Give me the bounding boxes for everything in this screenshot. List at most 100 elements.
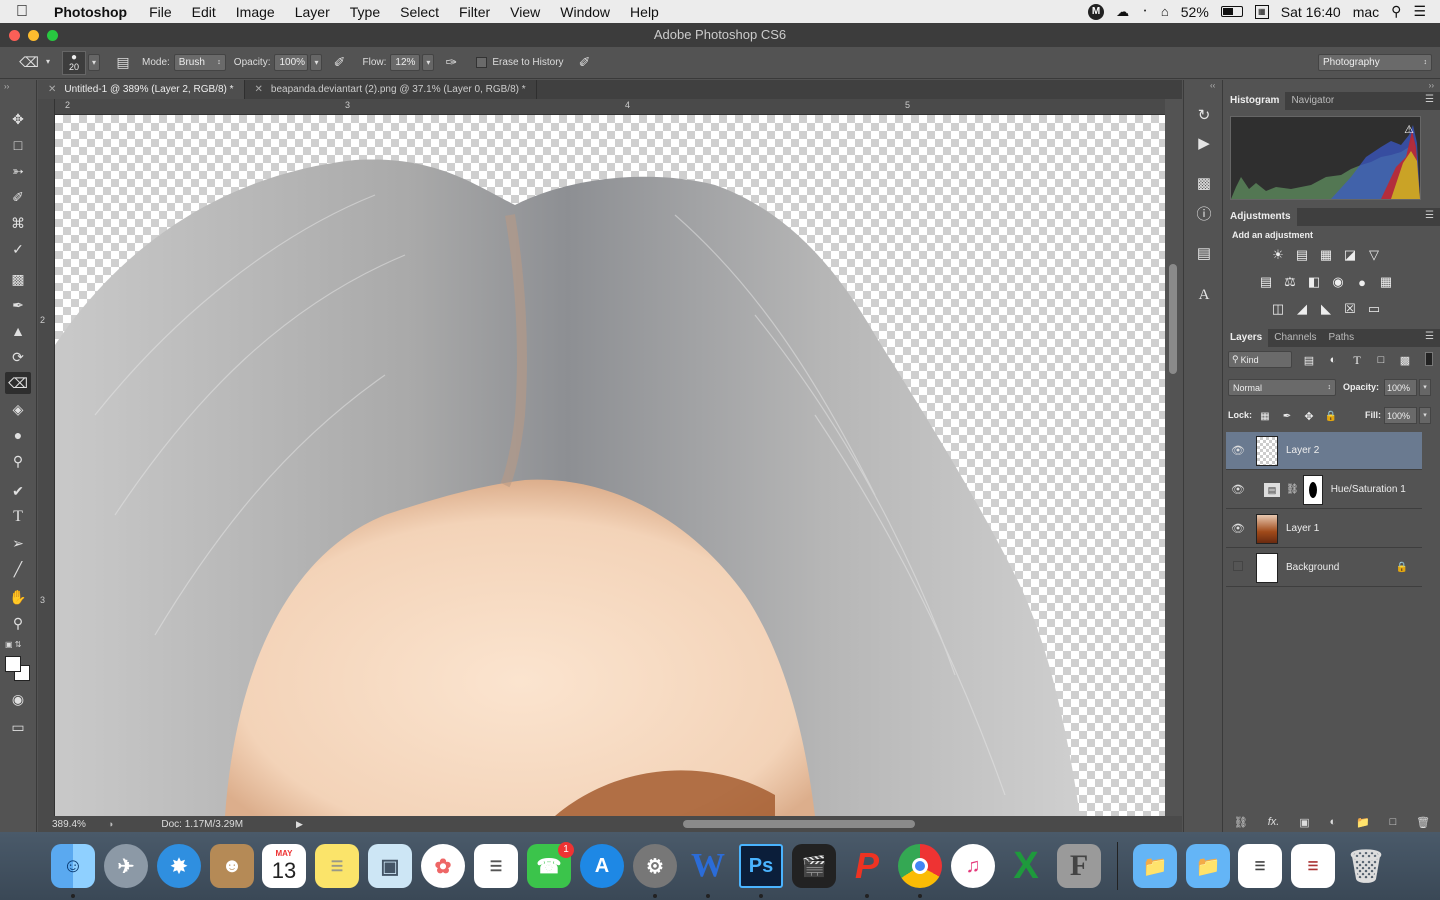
calendar-icon[interactable]: MAY 13: [262, 844, 306, 888]
contacts-icon[interactable]: ☻: [210, 844, 254, 888]
layer-name[interactable]: Layer 2: [1286, 445, 1319, 456]
posterize-icon[interactable]: ◢: [1293, 301, 1311, 317]
layer-row-background[interactable]: Background 🔒: [1226, 549, 1422, 587]
horizontal-scroll-thumb[interactable]: [683, 820, 915, 828]
tool-presets-icon[interactable]: ▩: [1193, 172, 1215, 194]
menu-type[interactable]: Type: [340, 4, 390, 20]
default-colors-icon[interactable]: ▣ ⇅: [5, 640, 21, 649]
info-panel-icon[interactable]: ⓘ: [1193, 202, 1215, 224]
close-window-button[interactable]: [9, 30, 20, 41]
character-panel-icon[interactable]: A: [1193, 284, 1215, 306]
layer-row-layer-1[interactable]: 👁 Layer 1: [1226, 510, 1422, 548]
layer-name[interactable]: Background: [1286, 562, 1339, 573]
tab-channels[interactable]: Channels: [1268, 329, 1322, 347]
menu-edit[interactable]: Edit: [182, 4, 226, 20]
new-adjustment-layer-icon[interactable]: ◐: [1330, 816, 1337, 828]
filter-type-icon[interactable]: T: [1348, 352, 1366, 368]
brush-size-picker[interactable]: ● 20: [62, 50, 86, 75]
airbrush-icon[interactable]: ✑: [440, 52, 462, 74]
photo-filter-icon[interactable]: ◉: [1329, 274, 1347, 290]
visibility-eye-icon[interactable]: 👁: [1226, 522, 1250, 535]
panel-menu-icon[interactable]: ☰: [1425, 331, 1434, 342]
close-tab-icon[interactable]: ✕: [48, 84, 56, 95]
pressure-opacity-icon[interactable]: ✐: [328, 52, 350, 74]
layer-thumbnail[interactable]: [1256, 513, 1278, 544]
spotlight-search-icon[interactable]: ⚲: [1391, 3, 1401, 20]
menu-file[interactable]: File: [139, 4, 182, 20]
blend-mode-select[interactable]: Normal ↕: [1228, 379, 1336, 396]
fill-field[interactable]: 100%: [1384, 407, 1417, 424]
eyedropper-tool-icon[interactable]: ✓: [5, 238, 31, 260]
layer-opacity-dropdown[interactable]: ▾: [1419, 379, 1431, 396]
document-stack-icon[interactable]: ☰: [1238, 844, 1282, 888]
pdf-app-icon[interactable]: P: [845, 844, 889, 888]
filter-toggle-switch[interactable]: [1425, 352, 1433, 366]
filter-adjustment-icon[interactable]: ◐: [1324, 352, 1342, 368]
minimize-window-button[interactable]: [28, 30, 39, 41]
downloads-folder-icon[interactable]: 📁: [1186, 844, 1230, 888]
brush-tool-icon[interactable]: ✒: [5, 294, 31, 316]
flow-field[interactable]: 12%: [390, 54, 421, 71]
line-tool-icon[interactable]: ╱: [5, 558, 31, 580]
photos-icon[interactable]: ✿: [421, 844, 465, 888]
m-status-icon[interactable]: M: [1088, 3, 1105, 20]
user-name[interactable]: mac: [1353, 4, 1379, 20]
workspace-switcher[interactable]: Photography ↕: [1318, 54, 1432, 71]
tab-layers[interactable]: Layers: [1224, 329, 1269, 347]
status-export-icon[interactable]: ◑: [108, 819, 113, 829]
delete-layer-icon[interactable]: 🗑: [1416, 816, 1430, 829]
spot-healing-tool-icon[interactable]: ▩: [5, 268, 31, 290]
zoom-window-button[interactable]: [47, 30, 58, 41]
hue-saturation-icon[interactable]: ▤: [1257, 274, 1275, 290]
screen-mode-icon[interactable]: ▭: [5, 716, 31, 738]
status-menu-arrow-icon[interactable]: ▶: [296, 819, 303, 830]
filter-pixel-icon[interactable]: ▤: [1300, 352, 1318, 368]
zoom-tool-icon[interactable]: ⚲: [5, 612, 31, 634]
mask-link-icon[interactable]: ⛓: [1286, 484, 1299, 495]
menu-help[interactable]: Help: [620, 4, 669, 20]
opacity-field[interactable]: 100%: [274, 54, 309, 71]
tool-preset-dropdown[interactable]: ▾: [42, 54, 54, 71]
font-app-icon[interactable]: F: [1057, 844, 1101, 888]
vertical-scrollbar[interactable]: [1165, 99, 1182, 816]
tab-adjustments[interactable]: Adjustments: [1224, 208, 1297, 226]
clone-stamp-tool-icon[interactable]: ▲: [5, 320, 31, 342]
layer-row-layer-2[interactable]: 👁 Layer 2: [1226, 432, 1422, 470]
visibility-eye-icon[interactable]: 👁: [1226, 483, 1250, 496]
launchpad-icon[interactable]: ✈: [104, 844, 148, 888]
threshold-icon[interactable]: ◣: [1317, 301, 1335, 317]
zoom-level[interactable]: 389.4%: [52, 819, 86, 830]
calendar-menu-icon[interactable]: ▦: [1254, 4, 1269, 19]
layer-kind-filter[interactable]: ⚲ Kind: [1228, 351, 1292, 368]
histogram-warning-icon[interactable]: ⚠: [1404, 123, 1414, 136]
app-menu[interactable]: Photoshop: [48, 4, 139, 20]
trash-icon[interactable]: 🗑: [1344, 844, 1388, 888]
document-tab[interactable]: ✕ Untitled-1 @ 389% (Layer 2, RGB/8) *: [38, 80, 245, 99]
black-white-icon[interactable]: ◧: [1305, 274, 1323, 290]
crop-tool-icon[interactable]: ⌘: [5, 212, 31, 234]
layer-opacity-field[interactable]: 100%: [1384, 379, 1417, 396]
lasso-tool-icon[interactable]: ➳: [5, 160, 31, 182]
panel-menu-icon[interactable]: ☰: [1425, 210, 1434, 221]
menu-view[interactable]: View: [500, 4, 550, 20]
clock[interactable]: Sat 16:40: [1281, 4, 1341, 20]
mode-select[interactable]: Brush ↕: [173, 54, 226, 71]
menu-window[interactable]: Window: [550, 4, 620, 20]
notes-icon[interactable]: ☰: [315, 844, 359, 888]
color-lookup-icon[interactable]: ▦: [1377, 274, 1395, 290]
move-tool-icon[interactable]: ✥: [5, 108, 31, 130]
paint-bucket-tool-icon[interactable]: ◈: [5, 398, 31, 420]
document-stack-icon[interactable]: ☰: [1291, 844, 1335, 888]
layer-name[interactable]: Hue/Saturation 1: [1331, 484, 1406, 495]
properties-panel-icon[interactable]: ▤: [1193, 242, 1215, 264]
tab-navigator[interactable]: Navigator: [1285, 92, 1340, 110]
hand-tool-icon[interactable]: ✋: [5, 586, 31, 608]
close-tab-icon[interactable]: ✕: [255, 84, 263, 95]
cloud-status-icon[interactable]: ☁: [1116, 4, 1129, 20]
canvas[interactable]: [55, 115, 1165, 816]
new-group-icon[interactable]: 📁: [1356, 816, 1370, 829]
quick-mask-icon[interactable]: ◉: [5, 688, 31, 710]
battery-icon[interactable]: [1220, 6, 1243, 17]
invert-icon[interactable]: ◫: [1269, 301, 1287, 317]
dodge-tool-icon[interactable]: ⚲: [5, 450, 31, 472]
